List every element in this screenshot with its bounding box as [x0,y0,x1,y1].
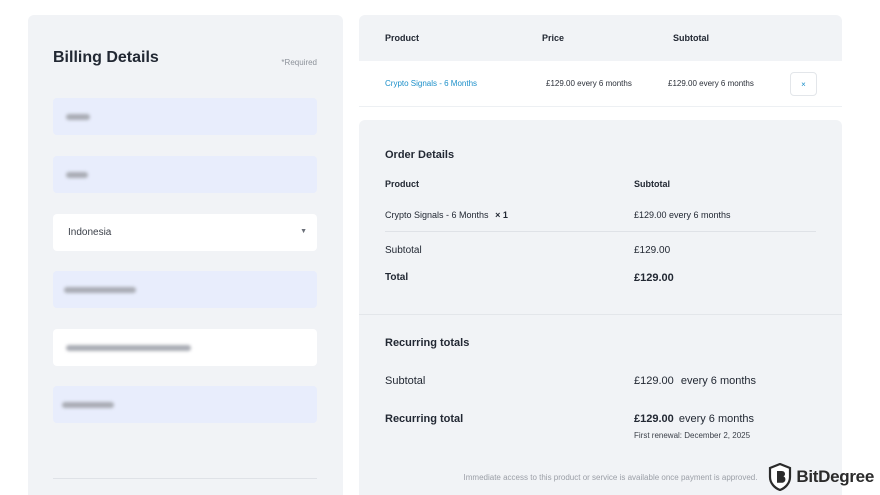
redacted-value [66,113,90,120]
bitdegree-watermark: BitDegree [768,463,874,491]
header-product: Product [385,33,420,43]
cart-price: £129.00 every 6 months [546,79,632,88]
first-name-field[interactable] [53,98,317,135]
order-col-product: Product [385,179,420,189]
header-price: Price [542,33,565,43]
brand-name: BitDegree [796,467,874,486]
order-item-qty: × 1 [495,210,508,220]
recurring-total-value: £129.00 [634,413,674,425]
recurring-subtotal: £129.00 every 6 months [634,375,756,387]
chevron-down-icon: ▼ [300,228,307,235]
recurring-subtotal-label: Subtotal [385,375,426,387]
order-item-name: Crypto Signals - 6 Months [385,210,489,220]
divider [53,478,317,479]
country-select-value: Indonesia [68,227,112,238]
recurring-subtotal-period: every 6 months [680,375,757,387]
first-renewal-date: First renewal: December 2, 2025 [634,431,751,440]
order-total-label: Total [385,272,409,283]
recurring-total-period: every 6 months [678,413,755,425]
redacted-value [64,286,136,293]
recurring-total: £129.00 every 6 months [634,413,754,425]
recurring-subtotal-value: £129.00 [634,375,674,387]
billing-details-panel: Billing Details *Required Indonesia ▼ [28,15,343,495]
cart-subtotal: £129.00 every 6 months [668,79,754,88]
order-col-subtotal: Subtotal [634,179,670,189]
cart-table-header: Product Price Subtotal [359,15,842,61]
redacted-value [66,344,191,351]
shield-logo-icon [769,463,792,491]
divider [385,231,816,232]
remove-item-button[interactable]: × [790,72,817,96]
city-field[interactable] [53,271,317,308]
cart-row: Crypto Signals - 6 Months £129.00 every … [359,61,842,107]
order-subtotal-label: Subtotal [385,245,422,256]
order-total-value: £129.00 [634,272,674,284]
billing-title: Billing Details [53,49,159,66]
header-subtotal: Subtotal [673,33,709,43]
phone-field[interactable] [53,386,317,423]
country-select[interactable]: Indonesia ▼ [53,214,317,251]
order-item: Crypto Signals - 6 Months × 1 [385,210,508,220]
email-field[interactable] [53,329,317,366]
redacted-value [62,401,114,408]
recurring-total-label: Recurring total [385,413,464,425]
order-details-panel: Order Details Product Subtotal Crypto Si… [359,120,842,495]
close-icon: × [801,79,806,89]
order-title: Order Details [385,149,455,161]
order-item-subtotal: £129.00 every 6 months [634,210,731,220]
last-name-field[interactable] [53,156,317,193]
required-note: *Required [281,58,317,67]
redacted-value [66,171,88,178]
recurring-title: Recurring totals [385,337,470,349]
section-divider [359,314,842,315]
cart-product-link[interactable]: Crypto Signals - 6 Months [385,79,477,88]
order-subtotal-value: £129.00 [634,245,671,256]
